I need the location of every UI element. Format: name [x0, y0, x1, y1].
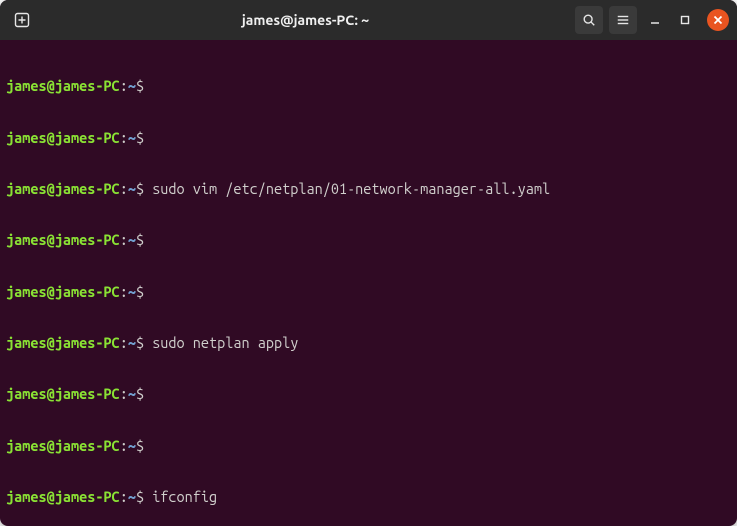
titlebar: james@james-PC: ~ [0, 0, 737, 40]
minimize-icon [649, 14, 661, 26]
plus-box-icon [14, 12, 30, 28]
close-button[interactable] [707, 9, 729, 31]
new-tab-button[interactable] [8, 6, 36, 34]
prompt-line: james@james-PC:~$ [6, 129, 731, 146]
minimize-button[interactable] [643, 8, 667, 32]
terminal-window: james@james-PC: ~ james@james-PC:~$ jame… [0, 0, 737, 526]
maximize-icon [679, 14, 691, 26]
prompt-line: james@james-PC:~$ [6, 385, 731, 402]
command-line: james@james-PC:~$ ifconfig [6, 488, 731, 505]
window-title: james@james-PC: ~ [36, 12, 575, 29]
maximize-button[interactable] [673, 8, 697, 32]
prompt-line: james@james-PC:~$ [6, 283, 731, 300]
search-button[interactable] [575, 6, 603, 34]
close-icon [713, 15, 723, 25]
command-line: james@james-PC:~$ sudo vim /etc/netplan/… [6, 180, 731, 197]
command-line: james@james-PC:~$ sudo netplan apply [6, 334, 731, 351]
prompt-line: james@james-PC:~$ [6, 231, 731, 248]
menu-button[interactable] [609, 6, 637, 34]
prompt-line: james@james-PC:~$ [6, 77, 731, 94]
terminal-body[interactable]: james@james-PC:~$ james@james-PC:~$ jame… [0, 40, 737, 526]
search-icon [582, 13, 596, 27]
prompt-line: james@james-PC:~$ [6, 437, 731, 454]
hamburger-icon [616, 13, 630, 27]
